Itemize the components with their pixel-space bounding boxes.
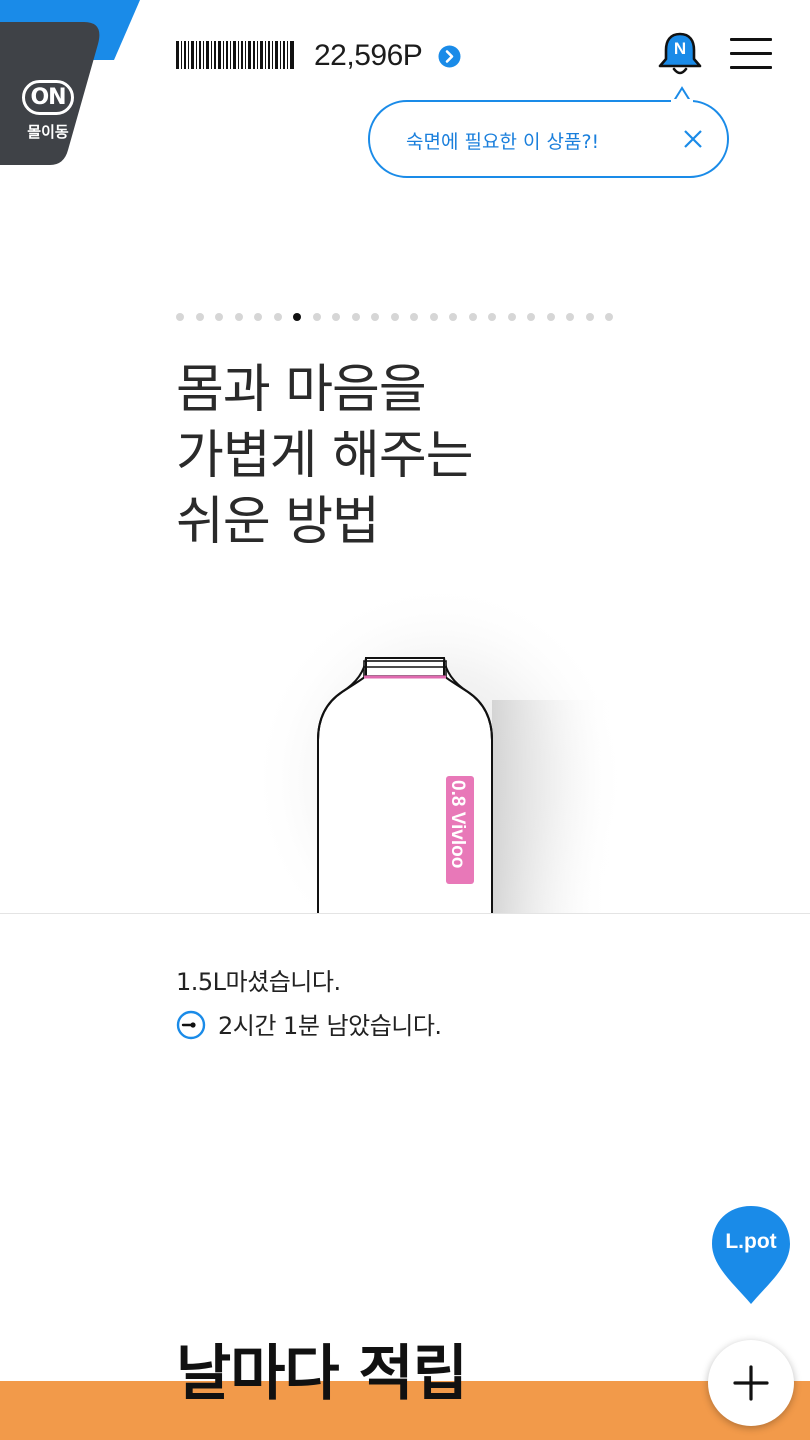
carousel-dot[interactable] [585, 313, 594, 321]
hero-line: 가볍게 해주는 [176, 426, 474, 486]
mall-switch-button[interactable]: ON 몰이동 [0, 22, 106, 165]
notification-badge: N [673, 39, 687, 58]
carousel-dot[interactable] [351, 313, 360, 321]
carousel-indicator [176, 313, 625, 323]
carousel-dot[interactable] [410, 313, 418, 321]
carousel-dot[interactable] [273, 313, 282, 321]
time-remaining: 2시간 1분 남았습니다. [218, 1012, 442, 1040]
carousel-dot[interactable] [507, 313, 516, 321]
water-bottle-illustration: 0.8 Vivloo [230, 590, 650, 914]
carousel-dot[interactable] [546, 313, 555, 321]
carousel-dot[interactable] [215, 313, 223, 321]
hero-headline: 몸과 마음을 가볍게 해주는 쉬운 방법 [176, 357, 474, 555]
bottle-label: 0.8 Vivloo [447, 780, 468, 868]
barcode-icon[interactable] [176, 41, 294, 69]
section-title: 날마다 적립 [176, 1339, 468, 1409]
carousel-dot[interactable] [234, 313, 243, 321]
carousel-dot[interactable] [468, 313, 477, 321]
carousel-dot[interactable] [488, 313, 496, 321]
chevron-right-icon[interactable] [438, 45, 461, 68]
hero-line: 쉬운 방법 [176, 492, 380, 552]
carousel-dot[interactable] [176, 313, 184, 321]
hero-line: 몸과 마음을 [176, 360, 427, 420]
carousel-dot[interactable] [254, 313, 262, 321]
carousel-dot[interactable] [312, 313, 321, 321]
lpot-button[interactable]: L.pot [710, 1204, 792, 1306]
carousel-dot[interactable] [371, 313, 379, 321]
points-balance[interactable]: 22,596P [314, 36, 423, 76]
carousel-dot[interactable] [527, 313, 535, 321]
carousel-dot[interactable] [332, 313, 340, 321]
on-logo: ON [22, 80, 74, 115]
water-intake-status: 1.5L마셨습니다. [176, 968, 341, 996]
timer-icon [176, 1010, 206, 1040]
carousel-dot[interactable] [566, 313, 574, 321]
notification-button[interactable]: N [656, 30, 704, 78]
mall-switch-label: 몰이동 [27, 123, 69, 141]
close-icon[interactable] [682, 128, 704, 150]
tooltip-tail-mask [671, 99, 693, 105]
menu-icon[interactable] [730, 38, 772, 72]
carousel-dot[interactable] [605, 313, 613, 321]
notification-tooltip[interactable]: 숙면에 필요한 이 상품?! [368, 100, 729, 178]
add-button[interactable] [708, 1340, 794, 1426]
carousel-dot[interactable] [293, 313, 301, 321]
tooltip-message[interactable]: 숙면에 필요한 이 상품?! [406, 127, 599, 154]
carousel-dot[interactable] [195, 313, 204, 321]
plus-icon [733, 1365, 769, 1401]
carousel-dot[interactable] [390, 313, 399, 321]
carousel-dot[interactable] [449, 313, 457, 321]
section-divider [0, 913, 810, 914]
lpot-label: L.pot [725, 1230, 777, 1253]
carousel-dot[interactable] [429, 313, 438, 321]
